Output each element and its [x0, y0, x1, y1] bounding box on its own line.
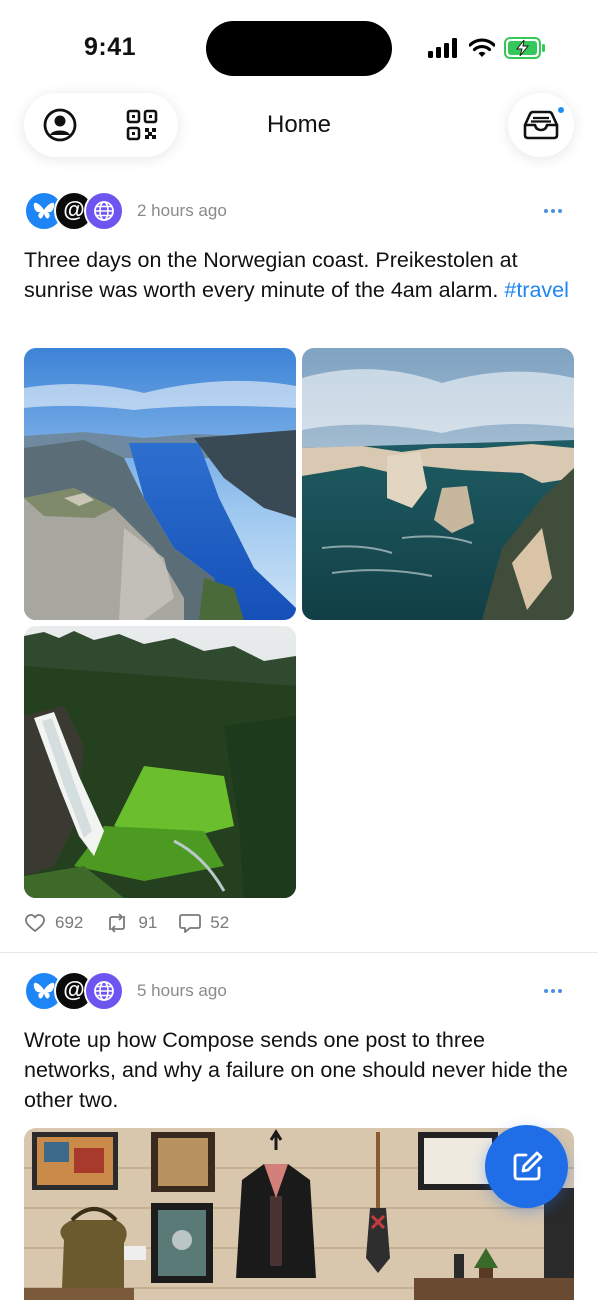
reply-button[interactable]: 52: [179, 913, 229, 933]
more-dot-icon: [558, 989, 562, 993]
at-glyph: @: [63, 197, 85, 222]
wifi-icon: [469, 38, 495, 57]
inbox-button[interactable]: [508, 93, 574, 157]
like-button[interactable]: 692: [24, 913, 83, 933]
compose-button[interactable]: [485, 1125, 568, 1208]
globe-icon: [94, 981, 114, 1001]
inbox-tray-icon: [523, 110, 559, 140]
post-text: Three days on the Norwegian coast. Preik…: [24, 248, 518, 302]
like-count: 692: [55, 913, 84, 932]
notification-badge: [556, 105, 566, 115]
repost-icon: [109, 913, 126, 933]
status-time: 9:41: [84, 33, 137, 61]
post-timestamp: 2 hours ago: [137, 201, 227, 220]
butterfly-icon: [33, 202, 55, 219]
hashtag-link[interactable]: #travel: [504, 278, 569, 302]
sea-stacks-coast-image: [302, 348, 574, 620]
more-options-button[interactable]: [540, 199, 566, 223]
speech-bubble-icon: [179, 914, 202, 933]
post-image-fjord[interactable]: [24, 348, 296, 620]
compose-icon: [513, 1151, 542, 1180]
post-divider: [0, 952, 598, 953]
post-timestamp: 5 hours ago: [137, 981, 227, 1000]
repost-count: 91: [138, 913, 158, 932]
repost-button[interactable]: 91: [105, 913, 157, 933]
battery-charging-icon: [504, 37, 545, 59]
at-glyph: @: [63, 977, 85, 1002]
reply-count: 52: [210, 913, 230, 932]
butterfly-icon: [33, 982, 55, 999]
network-avatars: @: [24, 971, 126, 1011]
waterfall-forest-image: [24, 626, 296, 898]
more-options-button[interactable]: [540, 979, 566, 1003]
network-avatars: @: [24, 191, 126, 231]
more-dot-icon: [544, 209, 548, 213]
more-dot-icon: [551, 209, 555, 213]
post-image-sea-stacks[interactable]: [302, 348, 574, 620]
dynamic-island: [206, 21, 392, 76]
fjord-cliff-image: [24, 348, 296, 620]
post-body: Wrote up how Compose sends one post to t…: [24, 1028, 568, 1112]
post-image-waterfall[interactable]: [24, 626, 296, 898]
heart-icon: [25, 914, 45, 932]
web-avatar: [84, 971, 124, 1011]
web-avatar: [84, 191, 124, 231]
globe-icon: [94, 201, 114, 221]
post-actions: 692 91 52: [24, 913, 251, 933]
more-dot-icon: [551, 989, 555, 993]
status-bar: 9:41: [0, 0, 598, 90]
more-dot-icon: [558, 209, 562, 213]
more-dot-icon: [544, 989, 548, 993]
post-body: Three days on the Norwegian coast. Preik…: [24, 245, 574, 305]
cellular-signal-icon: [428, 38, 457, 58]
